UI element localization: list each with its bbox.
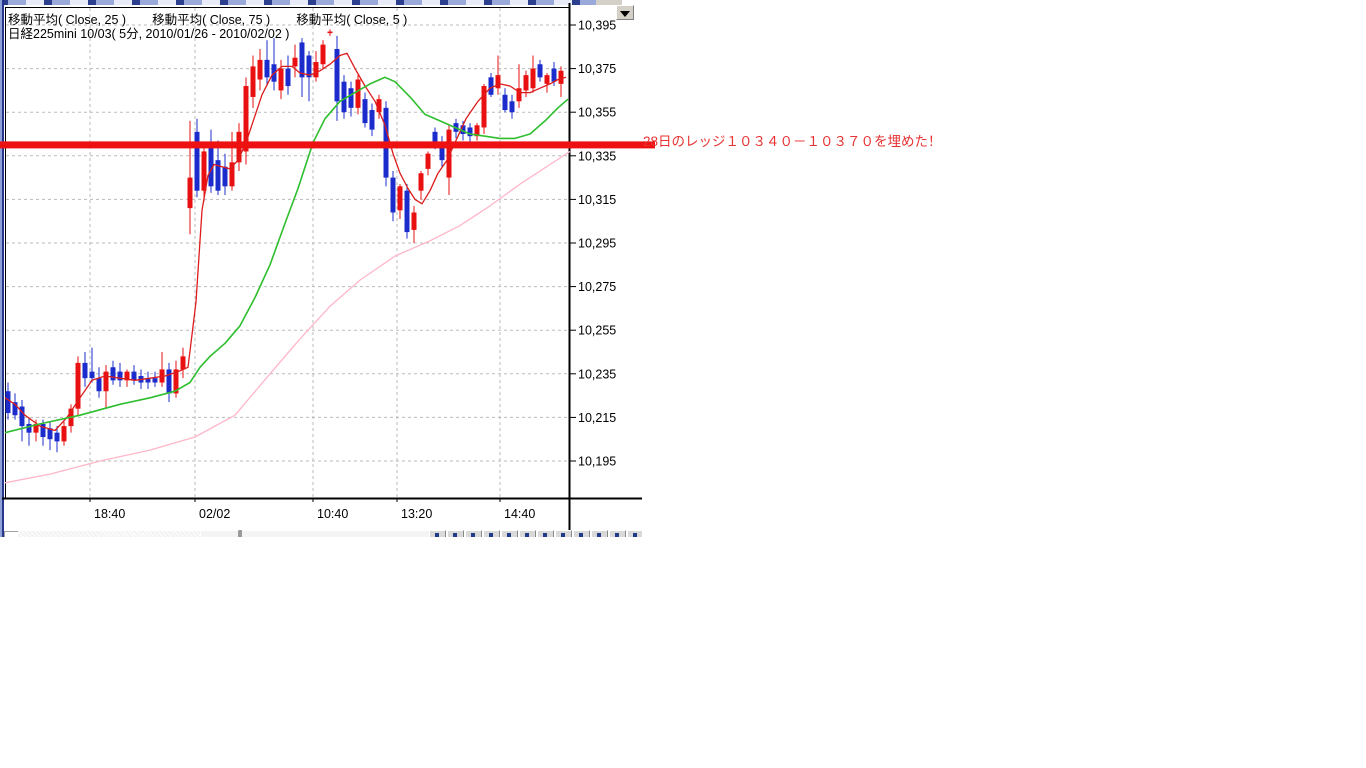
candle-body (321, 45, 326, 65)
candle-body (496, 75, 501, 88)
bottom-toolbar (0, 530, 642, 537)
candle-body (419, 173, 424, 190)
candle-body (55, 433, 60, 442)
y-axis-label: 10,235 (578, 367, 616, 381)
toolbar-button[interactable] (447, 530, 464, 537)
candle-body (27, 424, 32, 433)
toolbar-button[interactable] (591, 530, 608, 537)
candle-body (111, 367, 116, 380)
candle-body (258, 60, 263, 80)
candle-body (349, 88, 354, 108)
candle-body (195, 132, 200, 191)
candle-body (447, 130, 452, 178)
annotation-text: 28日のレッジ１０３４０－１０３７０を埋めた！ (643, 130, 942, 150)
toolbar-button[interactable] (519, 530, 536, 537)
candle-body (300, 42, 305, 77)
price-chart[interactable]: 10,395 10,375 10,355 10,335 10,315 10,295 10,2… (0, 0, 700, 545)
candle-body (90, 372, 95, 379)
y-axis-label: 10,355 (578, 106, 616, 120)
candle-body (188, 178, 193, 209)
dropdown-button[interactable] (616, 5, 634, 20)
y-axis-label: 10,195 (578, 455, 616, 469)
candle-body (538, 64, 543, 77)
toolbar-button[interactable] (501, 530, 518, 537)
candle-body (314, 62, 319, 77)
scrollbar-track-right[interactable] (242, 531, 429, 537)
candle-body (153, 378, 158, 382)
toolbar-button-row (429, 530, 642, 537)
candle-body (209, 143, 214, 187)
candle-body (545, 75, 550, 84)
toolbar-button[interactable] (429, 530, 446, 537)
candle-body (398, 186, 403, 210)
candle-body (342, 82, 347, 113)
y-axis-label: 10,295 (578, 237, 616, 251)
y-axis-label: 10,255 (578, 324, 616, 338)
candle-body (363, 99, 368, 123)
candle-body (559, 71, 564, 84)
x-axis-label: 14:40 (504, 507, 535, 521)
candle-body (167, 369, 172, 393)
candle-body (181, 356, 186, 369)
candle-body (356, 80, 361, 108)
candle-body (286, 69, 291, 86)
x-axis-label: 13:20 (401, 507, 432, 521)
toolbar-button[interactable] (555, 530, 572, 537)
candle-body (412, 212, 417, 229)
scrollbar-track[interactable] (18, 531, 200, 537)
candle-body (510, 101, 515, 112)
toolbar-button[interactable] (627, 530, 642, 537)
x-axis-label: 10:40 (317, 507, 348, 521)
y-axis-label: 10,375 (578, 62, 616, 76)
x-axis-label: 18:40 (94, 507, 125, 521)
candle-body (6, 391, 11, 413)
candle-body (62, 426, 67, 441)
candle-body (489, 77, 494, 94)
candle-body (503, 95, 508, 110)
x-axis-label: 02/02 (199, 507, 230, 521)
candle-body (405, 191, 410, 232)
candle-body (552, 69, 557, 82)
candle-body (293, 58, 298, 67)
candle-body (223, 167, 228, 187)
candle-body (328, 32, 333, 34)
toolbar-button[interactable] (573, 530, 590, 537)
y-axis-label: 10,335 (578, 149, 616, 163)
toolbar-button[interactable] (483, 530, 500, 537)
chevron-down-icon (620, 11, 630, 17)
y-axis-label: 10,315 (578, 193, 616, 207)
candle-body (426, 154, 431, 169)
toolbar-button[interactable] (465, 530, 482, 537)
candle-body (97, 378, 102, 391)
y-axis-label: 10,395 (578, 19, 616, 33)
y-axis-label: 10,215 (578, 411, 616, 425)
chart-title: 日経225mini 10/03( 5分, 2010/01/26 - 2010/0… (8, 23, 289, 42)
candle-body (104, 372, 109, 392)
candle-body (531, 69, 536, 89)
toolbar-button[interactable] (537, 530, 554, 537)
scrollbar-thumb[interactable] (200, 530, 239, 537)
candle-body (279, 69, 284, 91)
candle-body (391, 178, 396, 213)
candle-body (524, 75, 529, 90)
candle-body (370, 110, 375, 130)
y-axis-label: 10,275 (578, 280, 616, 294)
horizontal-price-line[interactable] (0, 141, 655, 148)
candle-body (251, 66, 256, 97)
toolbar-button[interactable] (609, 530, 626, 537)
candle-body (265, 60, 270, 77)
candle-body (83, 363, 88, 378)
candle-body (132, 372, 137, 381)
legend-ma-5: 移動平均( Close, 5 ) (296, 13, 407, 27)
